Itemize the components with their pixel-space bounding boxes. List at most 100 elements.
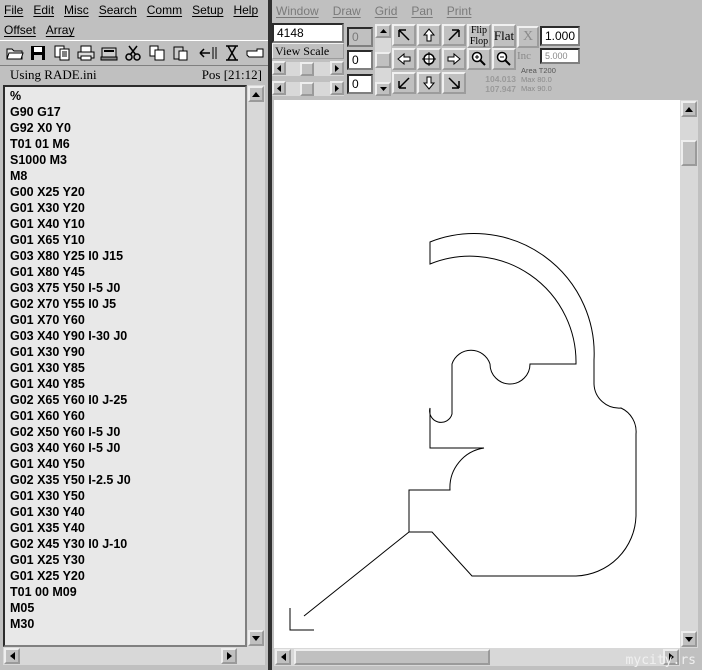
menu-window[interactable]: Window: [276, 4, 319, 18]
code-line: G01 X30 Y40: [10, 505, 85, 519]
pan-up-left-button[interactable]: [392, 24, 416, 46]
offset-field-1[interactable]: 0: [347, 27, 373, 47]
pointing-hand-icon[interactable]: [244, 42, 266, 64]
code-line: G01 X25 Y30: [10, 553, 85, 567]
slider-left-button[interactable]: [272, 61, 286, 75]
pan-down-right-button[interactable]: [442, 72, 466, 94]
canvas-scroll-down-button[interactable]: [681, 631, 697, 647]
offset-field-2[interactable]: 0: [347, 50, 373, 70]
pan-right-button[interactable]: [442, 48, 466, 70]
code-line: G01 X40 Y10: [10, 217, 85, 231]
code-line: G01 X30 Y20: [10, 201, 85, 215]
menu-comm[interactable]: Comm: [147, 3, 182, 17]
scale-slider-1[interactable]: [272, 61, 344, 76]
printer-setup-icon[interactable]: [99, 42, 121, 64]
menu-offset[interactable]: Offset: [4, 23, 36, 37]
menu-print[interactable]: Print: [447, 4, 472, 18]
menu-grid[interactable]: Grid: [375, 4, 398, 18]
editor-vertical-scrollbar[interactable]: [247, 85, 265, 647]
menu-help[interactable]: Help: [233, 3, 258, 17]
pan-up-right-button[interactable]: [442, 24, 466, 46]
cut-scissors-icon[interactable]: [122, 42, 144, 64]
menu-draw[interactable]: Draw: [333, 4, 361, 18]
arrow-down-right-icon: [448, 77, 460, 89]
canvas-vscroll-thumb[interactable]: [681, 140, 697, 166]
lead-in-path: [303, 531, 410, 617]
slider-thumb[interactable]: [300, 62, 314, 76]
zoom-out-button[interactable]: [492, 48, 516, 70]
canvas-vertical-scrollbar[interactable]: [680, 100, 698, 648]
canvas-hscroll-thumb[interactable]: [294, 649, 490, 665]
scroll-right-button[interactable]: [221, 648, 237, 664]
count-field[interactable]: 4148: [272, 23, 344, 43]
menu-setup[interactable]: Setup: [192, 3, 223, 17]
menu-misc[interactable]: Misc: [64, 3, 89, 17]
editor-horizontal-scrollbar[interactable]: [3, 647, 265, 665]
slider-right-button[interactable]: [330, 81, 344, 95]
gcode-editor[interactable]: % G90 G17 G92 X0 Y0 T01 01 M6 S1000 M3 M8 G00 …: [3, 85, 247, 647]
menu-file[interactable]: File: [4, 3, 23, 17]
hourglass-icon[interactable]: [221, 42, 243, 64]
code-line: G02 X45 Y30 I0 J-10: [10, 537, 128, 551]
menu-array[interactable]: Array: [46, 23, 75, 37]
flip-flop-button[interactable]: Flip Flop: [467, 24, 491, 48]
x-axis-button[interactable]: X: [517, 26, 539, 48]
cursor-position: Pos [21:12]: [201, 67, 262, 82]
scroll-up-button[interactable]: [248, 86, 264, 102]
canvas-scroll-up-button[interactable]: [681, 101, 697, 117]
code-line: G01 X30 Y50: [10, 489, 85, 503]
menu-edit[interactable]: Edit: [33, 3, 54, 17]
code-line: G01 X25 Y20: [10, 569, 85, 583]
open-folder-icon[interactable]: [4, 42, 26, 64]
scroll-left-button[interactable]: [4, 648, 20, 664]
code-line: G02 X35 Y50 I-2.5 J0: [10, 473, 131, 487]
arrow-left-icon: [280, 653, 286, 661]
save-disk-icon[interactable]: [28, 42, 50, 64]
pan-left-button[interactable]: [392, 48, 416, 70]
offset-down-button[interactable]: [375, 82, 391, 96]
center-view-button[interactable]: [417, 48, 441, 70]
code-line: G02 X50 Y60 I-5 J0: [10, 425, 121, 439]
pan-down-left-button[interactable]: [392, 72, 416, 94]
paste-icon[interactable]: [169, 42, 191, 64]
scroll-down-button[interactable]: [248, 630, 264, 646]
code-line: G01 X40 Y85: [10, 377, 85, 391]
arrow-right-icon: [226, 652, 232, 660]
pan-up-button[interactable]: [417, 24, 441, 46]
x-scale-field[interactable]: 1.000: [540, 26, 580, 46]
indent-icon[interactable]: [197, 42, 219, 64]
offset-field-3[interactable]: 0: [347, 74, 373, 94]
code-line: G01 X70 Y60: [10, 313, 85, 327]
flat-button[interactable]: Flat: [492, 24, 516, 48]
zoom-in-button[interactable]: [467, 48, 491, 70]
inc-label: Inc: [517, 50, 532, 62]
code-line: G02 X70 Y55 I0 J5: [10, 297, 117, 311]
canvas-horizontal-scrollbar[interactable]: [274, 648, 680, 666]
code-line: G01 X30 Y90: [10, 345, 85, 359]
menu-search[interactable]: Search: [99, 3, 137, 17]
coord-x: 104.013: [485, 74, 516, 84]
copy-icon[interactable]: [146, 42, 168, 64]
slider-left-button[interactable]: [272, 81, 286, 95]
slider-right-button[interactable]: [330, 61, 344, 75]
copy-file-icon[interactable]: [51, 42, 73, 64]
watermark: mycity.rs: [625, 653, 696, 668]
offset-thumb[interactable]: [375, 52, 391, 68]
code-line: G03 X80 Y25 I0 J15: [10, 249, 124, 263]
offset-up-button[interactable]: [375, 24, 391, 38]
pan-down-button[interactable]: [417, 72, 441, 94]
toolpath-canvas[interactable]: [274, 100, 680, 648]
menu-pan[interactable]: Pan: [411, 4, 432, 18]
code-line: T01 00 M09: [10, 585, 77, 599]
config-file-label: Using RADE.ini: [10, 67, 97, 82]
offset-scrollbar[interactable]: [375, 24, 391, 96]
canvas-scroll-left-button[interactable]: [275, 649, 291, 665]
coord-y: 107.947: [485, 84, 516, 94]
inc-field[interactable]: 5.000: [540, 48, 580, 64]
scale-slider-2[interactable]: [272, 81, 344, 96]
code-line: G90 G17: [10, 105, 61, 119]
area-info: Area T200 Max 80.0 Max 90.0: [521, 66, 581, 93]
print-icon[interactable]: [75, 42, 97, 64]
code-line: G01 X80 Y45: [10, 265, 85, 279]
slider-thumb[interactable]: [300, 82, 314, 96]
